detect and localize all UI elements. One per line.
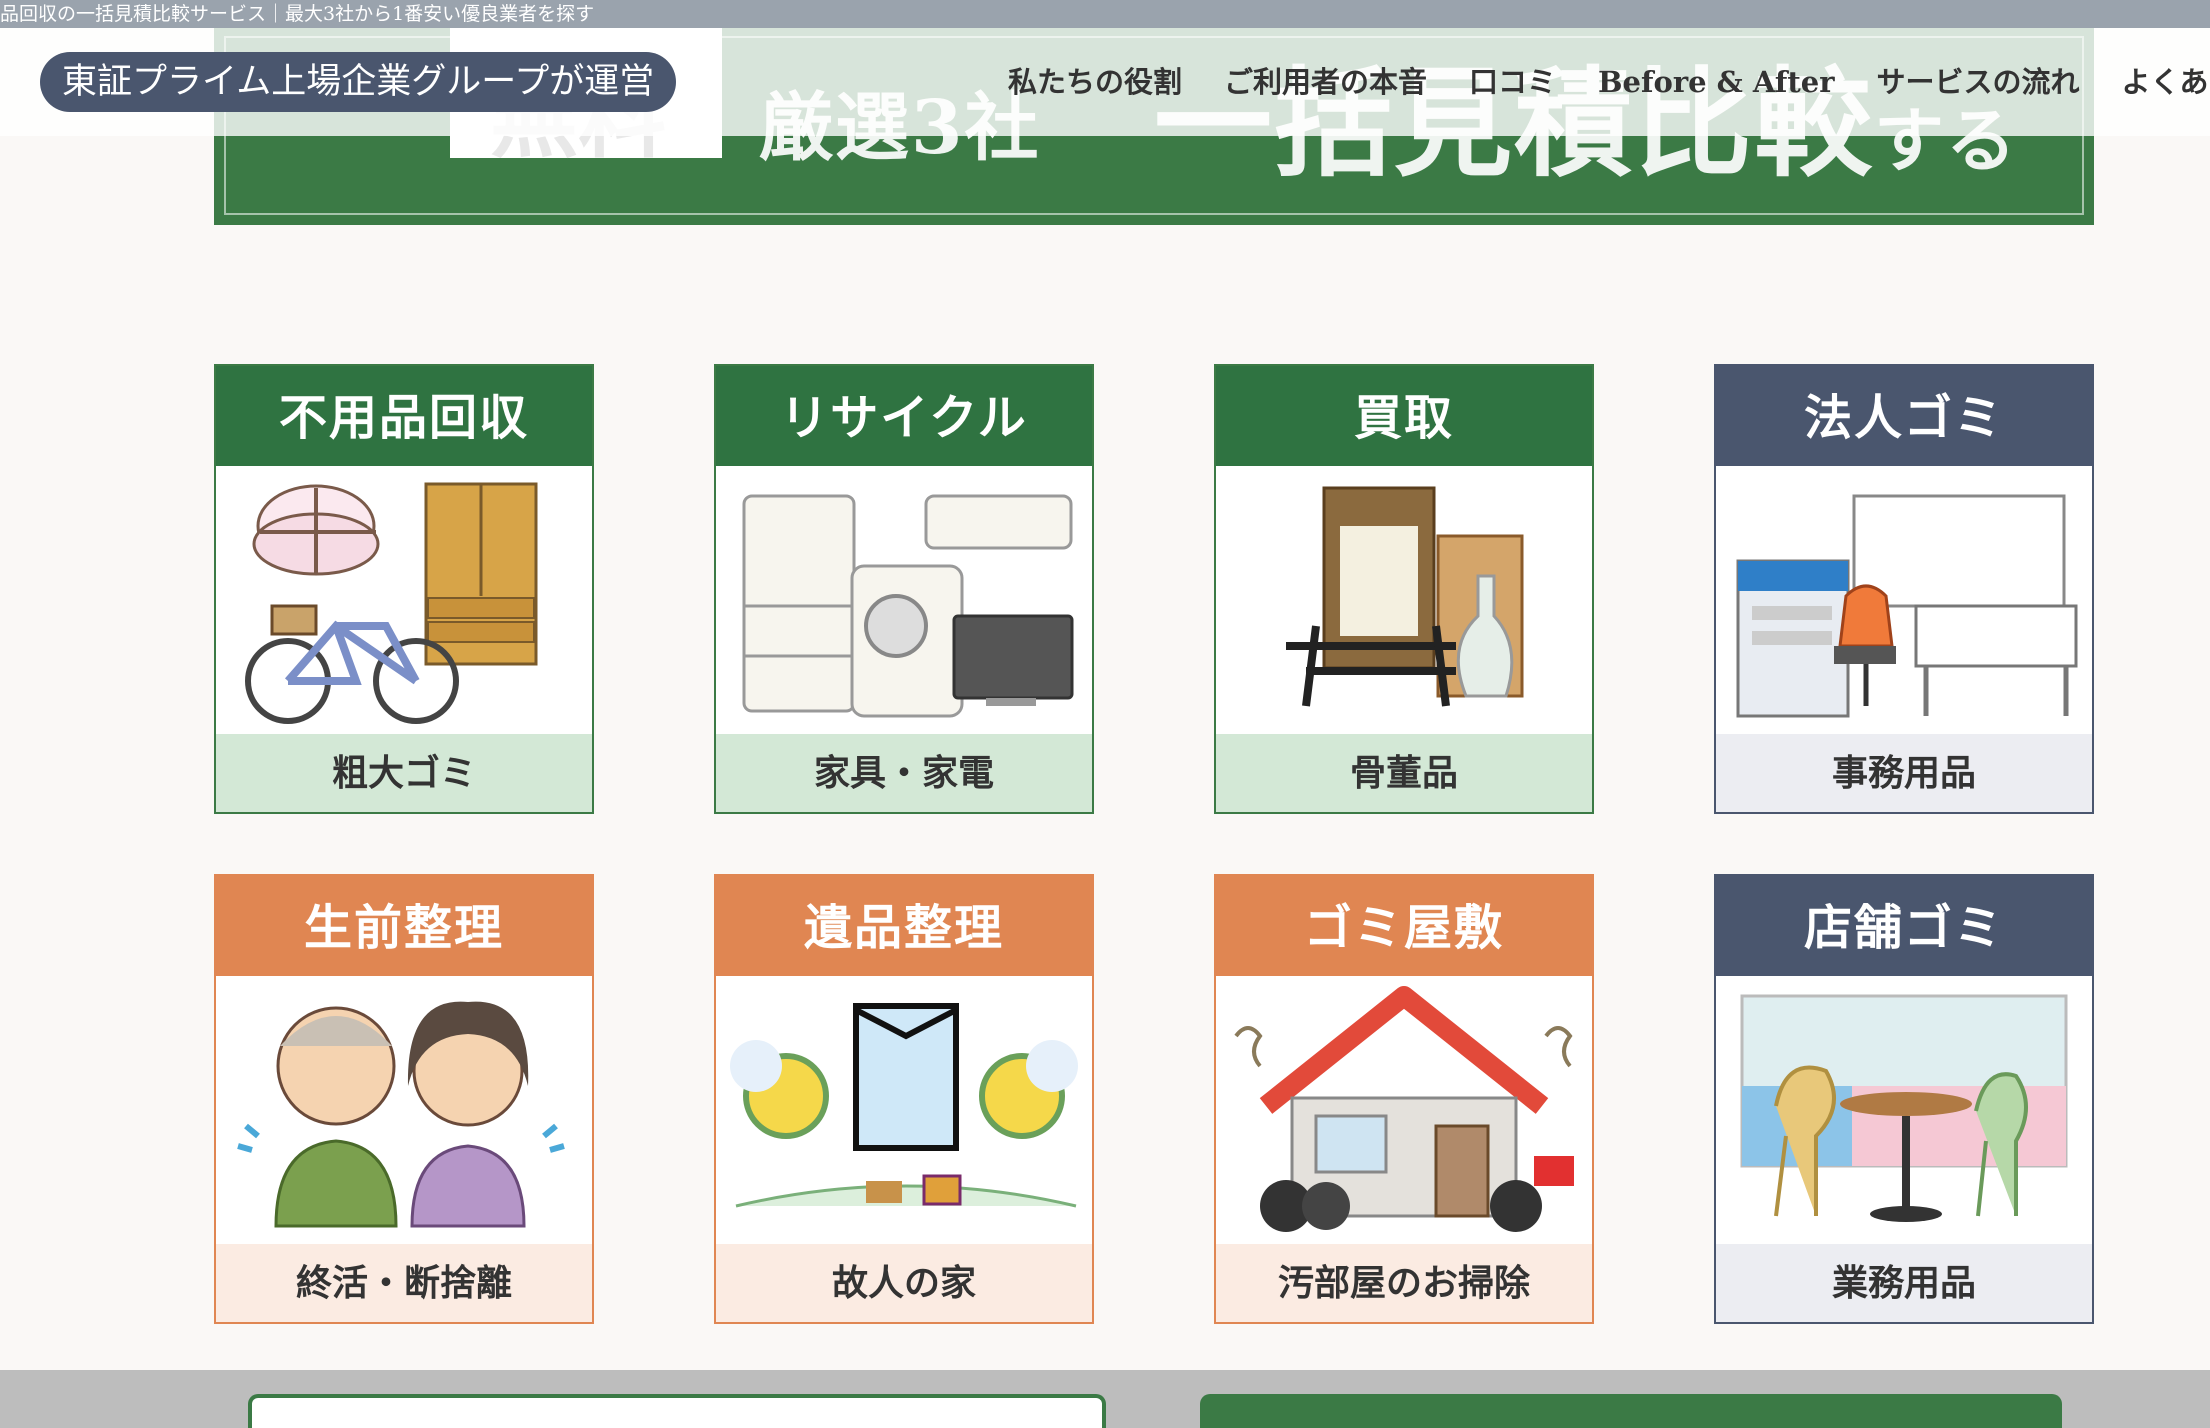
main-nav: 私たちの役割 ご利用者の本音 口コミ Before & After サービスの流…	[1008, 62, 2210, 102]
service-card-estate-cleanup[interactable]: 遺品整理 故人の家	[714, 874, 1094, 1324]
antique-illustration	[1216, 466, 1592, 734]
nav-faq[interactable]: よくある質問	[2122, 62, 2210, 102]
messy-house-icon	[1234, 986, 1574, 1232]
next-section-card-right	[1200, 1394, 2062, 1428]
card-caption: 事務用品	[1716, 734, 2092, 812]
site-header: 東証プライム上場企業グループが運営 私たちの役割 ご利用者の本音 口コミ Bef…	[0, 28, 2210, 136]
service-card-pre-death-cleanup[interactable]: 生前整理 終活・断捨離	[214, 874, 594, 1324]
office-illustration	[1716, 466, 2092, 734]
next-section-card-left	[248, 1394, 1106, 1428]
card-caption: 粗大ゴミ	[216, 734, 592, 812]
card-title: 法人ゴミ	[1716, 366, 2092, 466]
messy-house-illustration	[1216, 976, 1592, 1244]
nav-before-after[interactable]: Before & After	[1598, 62, 1834, 102]
copier-desk-chair-icon	[1736, 494, 2078, 718]
card-caption: 家具・家電	[716, 734, 1092, 812]
card-caption: 終活・断捨離	[216, 1244, 592, 1322]
operator-badge: 東証プライム上場企業グループが運営	[40, 52, 677, 112]
page-title-strip: 品回収の一括見積比較サービス｜最大3社から1番安い優良業者を探す	[0, 0, 2210, 28]
nav-reviews[interactable]: 口コミ	[1469, 62, 1556, 102]
card-title: 生前整理	[216, 876, 592, 976]
nav-user-voices[interactable]: ご利用者の本音	[1224, 62, 1427, 102]
memorial-altar-icon	[730, 1003, 1078, 1208]
card-title: 買取	[1216, 366, 1592, 466]
nav-our-role[interactable]: 私たちの役割	[1008, 62, 1182, 102]
futon-cabinet-bicycle-icon	[245, 482, 538, 724]
card-caption: 業務用品	[1716, 1244, 2092, 1322]
card-title: 店舗ゴミ	[1716, 876, 2092, 976]
junk-illustration	[216, 466, 592, 734]
appliance-illustration	[716, 466, 1092, 734]
card-title: リサイクル	[716, 366, 1092, 466]
card-caption: 汚部屋のお掃除	[1216, 1244, 1592, 1322]
service-card-corporate-waste[interactable]: 法人ゴミ 事務用品	[1714, 364, 2094, 814]
store-furniture-illustration	[1716, 976, 2092, 1244]
card-caption: 骨董品	[1216, 734, 1592, 812]
service-card-junk-removal[interactable]: 不用品回収 粗大ゴミ	[214, 364, 594, 814]
scroll-sword-vase-icon	[1286, 486, 1524, 707]
nav-service-flow[interactable]: サービスの流れ	[1877, 62, 2080, 102]
service-card-hoarder-house[interactable]: ゴミ屋敷 汚部屋のお掃除	[1214, 874, 1594, 1324]
elderly-couple-illustration	[216, 976, 592, 1244]
elderly-couple-icon	[237, 1001, 565, 1228]
card-title: ゴミ屋敷	[1216, 876, 1592, 976]
service-card-buyback[interactable]: 買取 骨董品	[1214, 364, 1594, 814]
fridge-washer-tv-icon	[742, 494, 1074, 718]
card-caption: 故人の家	[716, 1244, 1092, 1322]
service-card-recycle[interactable]: リサイクル 家具・家電	[714, 364, 1094, 814]
card-title: 遺品整理	[716, 876, 1092, 976]
cafe-table-chairs-icon	[1740, 994, 2068, 1222]
card-title: 不用品回収	[216, 366, 592, 466]
altar-illustration	[716, 976, 1092, 1244]
service-card-store-waste[interactable]: 店舗ゴミ 業務用品	[1714, 874, 2094, 1324]
